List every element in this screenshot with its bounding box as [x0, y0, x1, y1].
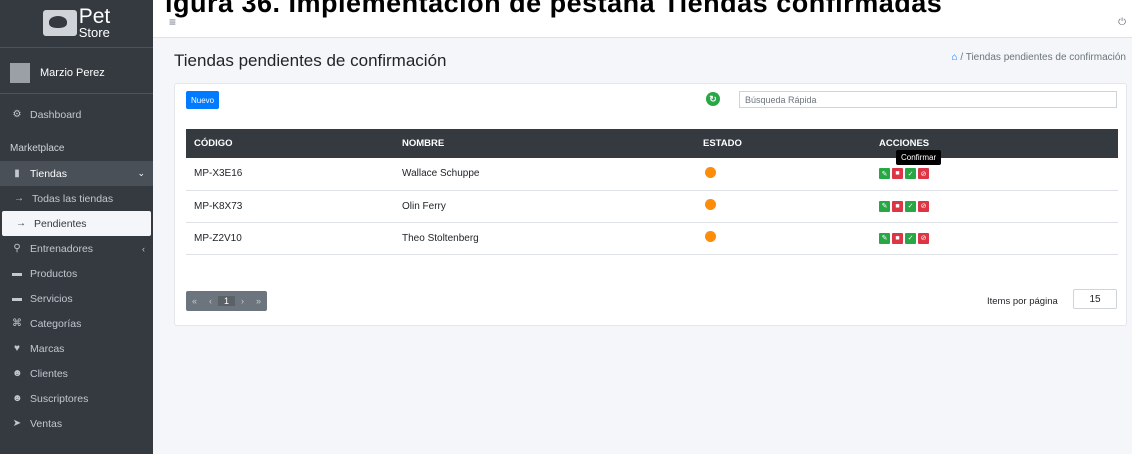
- status-dot: [705, 231, 716, 242]
- avatar: [10, 62, 30, 83]
- stores-card: Nuevo ↻ CÓDIGO NOMBRE ESTADO ACCIONES MP…: [174, 83, 1127, 326]
- edit-icon[interactable]: ✎: [879, 200, 890, 212]
- users-icon: ☻: [12, 368, 23, 379]
- sidebar-item-ventas[interactable]: ➤ Ventas: [0, 411, 153, 436]
- user-name: Marzio Perez: [40, 66, 105, 79]
- sidebar-item-tiendas[interactable]: ▮ Tiendas ⌄: [0, 161, 153, 186]
- breadcrumb-current: / Tiendas pendientes de confirmación: [960, 52, 1126, 63]
- cell-name: Olin Ferry: [402, 200, 446, 212]
- chevron-left-icon: ‹: [142, 243, 145, 254]
- trash-icon[interactable]: ■: [892, 200, 903, 212]
- breadcrumb: ⌂ / Tiendas pendientes de confirmación: [952, 52, 1127, 63]
- chevron-down-icon: ⌄: [137, 168, 145, 178]
- user-panel[interactable]: Marzio Perez: [0, 52, 153, 94]
- column-header-codigo: CÓDIGO: [194, 138, 233, 149]
- main-content: Tiendas pendientes de confirmación ⌂ / T…: [153, 38, 1132, 454]
- table-row: MP-X3E16 Wallace Schuppe ✎ ■ ✓ ⊘: [186, 158, 1118, 190]
- trash-icon[interactable]: ■: [892, 168, 903, 180]
- sidebar-item-clientes[interactable]: ☻ Clientes: [0, 361, 153, 386]
- first-page-button[interactable]: «: [186, 296, 203, 306]
- items-per-page-input[interactable]: 15: [1073, 289, 1117, 309]
- home-icon[interactable]: ⌂: [952, 52, 958, 63]
- ban-icon[interactable]: ⊘: [918, 168, 929, 180]
- heart-icon: ♥: [14, 343, 20, 354]
- column-header-estado: ESTADO: [703, 138, 742, 149]
- figure-caption: igura 36. Implementación de pestaña Tien…: [165, 0, 943, 18]
- sidebar-item-marcas[interactable]: ♥ Marcas: [0, 336, 153, 361]
- table-row: MP-Z2V10 Theo Stoltenberg ✎ ■ ✓ ⊘: [186, 222, 1118, 254]
- search-input[interactable]: [739, 91, 1117, 108]
- edit-icon[interactable]: ✎: [879, 232, 890, 244]
- page-title: Tiendas pendientes de confirmación: [174, 51, 447, 70]
- sidebar-item-pendientes[interactable]: → Pendientes: [2, 211, 151, 236]
- confirm-tooltip: Confirmar: [896, 150, 942, 165]
- screen: Pet Store Marzio Perez ⚙ Dashboard Marke…: [0, 0, 1132, 454]
- brand[interactable]: Pet Store: [0, 0, 153, 48]
- brand-sub: Store: [78, 25, 110, 41]
- check-icon[interactable]: ✓: [905, 200, 916, 212]
- page-1-button[interactable]: 1: [218, 296, 236, 306]
- trash-icon[interactable]: ■: [892, 232, 903, 244]
- table-header-row: CÓDIGO NOMBRE ESTADO ACCIONES: [186, 129, 1118, 158]
- ban-icon[interactable]: ⊘: [918, 200, 929, 212]
- status-dot: [705, 166, 716, 178]
- cell-name: Theo Stoltenberg: [402, 232, 479, 244]
- sidebar: Pet Store Marzio Perez ⚙ Dashboard Marke…: [0, 0, 153, 454]
- sidebar-item-servicios[interactable]: ▬ Servicios: [0, 286, 153, 311]
- send-icon: ➤: [12, 418, 22, 429]
- next-page-button[interactable]: ›: [235, 296, 250, 306]
- person-icon: ⚲: [13, 243, 21, 254]
- table-row: MP-K8X73 Olin Ferry ✎ ■ ✓ ⊘: [186, 190, 1118, 222]
- edit-icon[interactable]: ✎: [879, 168, 890, 180]
- last-page-button[interactable]: »: [250, 296, 267, 306]
- ban-icon[interactable]: ⊘: [918, 232, 929, 244]
- sidebar-section-marketplace: Marketplace: [10, 142, 65, 154]
- sidebar-item-categorias[interactable]: ⌘ Categorías: [0, 311, 153, 336]
- check-icon[interactable]: ✓: [905, 168, 916, 180]
- sidebar-item-todas-las-tiendas[interactable]: → Todas las tiendas: [0, 186, 153, 211]
- logo: Pet Store: [42, 6, 110, 41]
- box-icon: ▬: [12, 268, 22, 279]
- sidebar-item-entrenadores[interactable]: ⚲ Entrenadores ‹: [0, 236, 153, 261]
- cell-name: Wallace Schuppe: [402, 168, 480, 180]
- cell-code: MP-K8X73: [194, 200, 243, 212]
- stores-table: CÓDIGO NOMBRE ESTADO ACCIONES MP-X3E16 W…: [186, 129, 1118, 255]
- arrow-right-icon: →: [14, 193, 24, 204]
- cell-code: MP-Z2V10: [194, 232, 242, 244]
- status-dot: [705, 199, 716, 210]
- sidebar-item-dashboard[interactable]: ⚙ Dashboard: [0, 102, 153, 127]
- items-per-page-label: Items por página: [987, 296, 1058, 307]
- users-icon: ☻: [12, 393, 23, 404]
- pet-logo-icon: [42, 10, 77, 37]
- sidebar-item-productos[interactable]: ▬ Productos: [0, 261, 153, 286]
- dashboard-icon: ⚙: [12, 109, 22, 120]
- briefcase-icon: ▬: [12, 293, 22, 304]
- cell-code: MP-X3E16: [194, 168, 243, 180]
- sidebar-item-suscriptores[interactable]: ☻ Suscriptores: [0, 386, 153, 411]
- arrow-right-icon: →: [16, 218, 26, 229]
- power-icon[interactable]: ⏻: [1118, 17, 1126, 28]
- store-icon: ▮: [14, 168, 20, 179]
- pagination: « ‹ 1 › »: [186, 291, 268, 311]
- sitemap-icon: ⌘: [12, 318, 22, 329]
- prev-page-button[interactable]: ‹: [203, 296, 218, 306]
- new-button[interactable]: Nuevo: [186, 91, 220, 109]
- column-header-nombre: NOMBRE: [402, 138, 445, 149]
- refresh-icon[interactable]: ↻: [706, 92, 720, 106]
- check-icon[interactable]: ✓: [905, 232, 916, 244]
